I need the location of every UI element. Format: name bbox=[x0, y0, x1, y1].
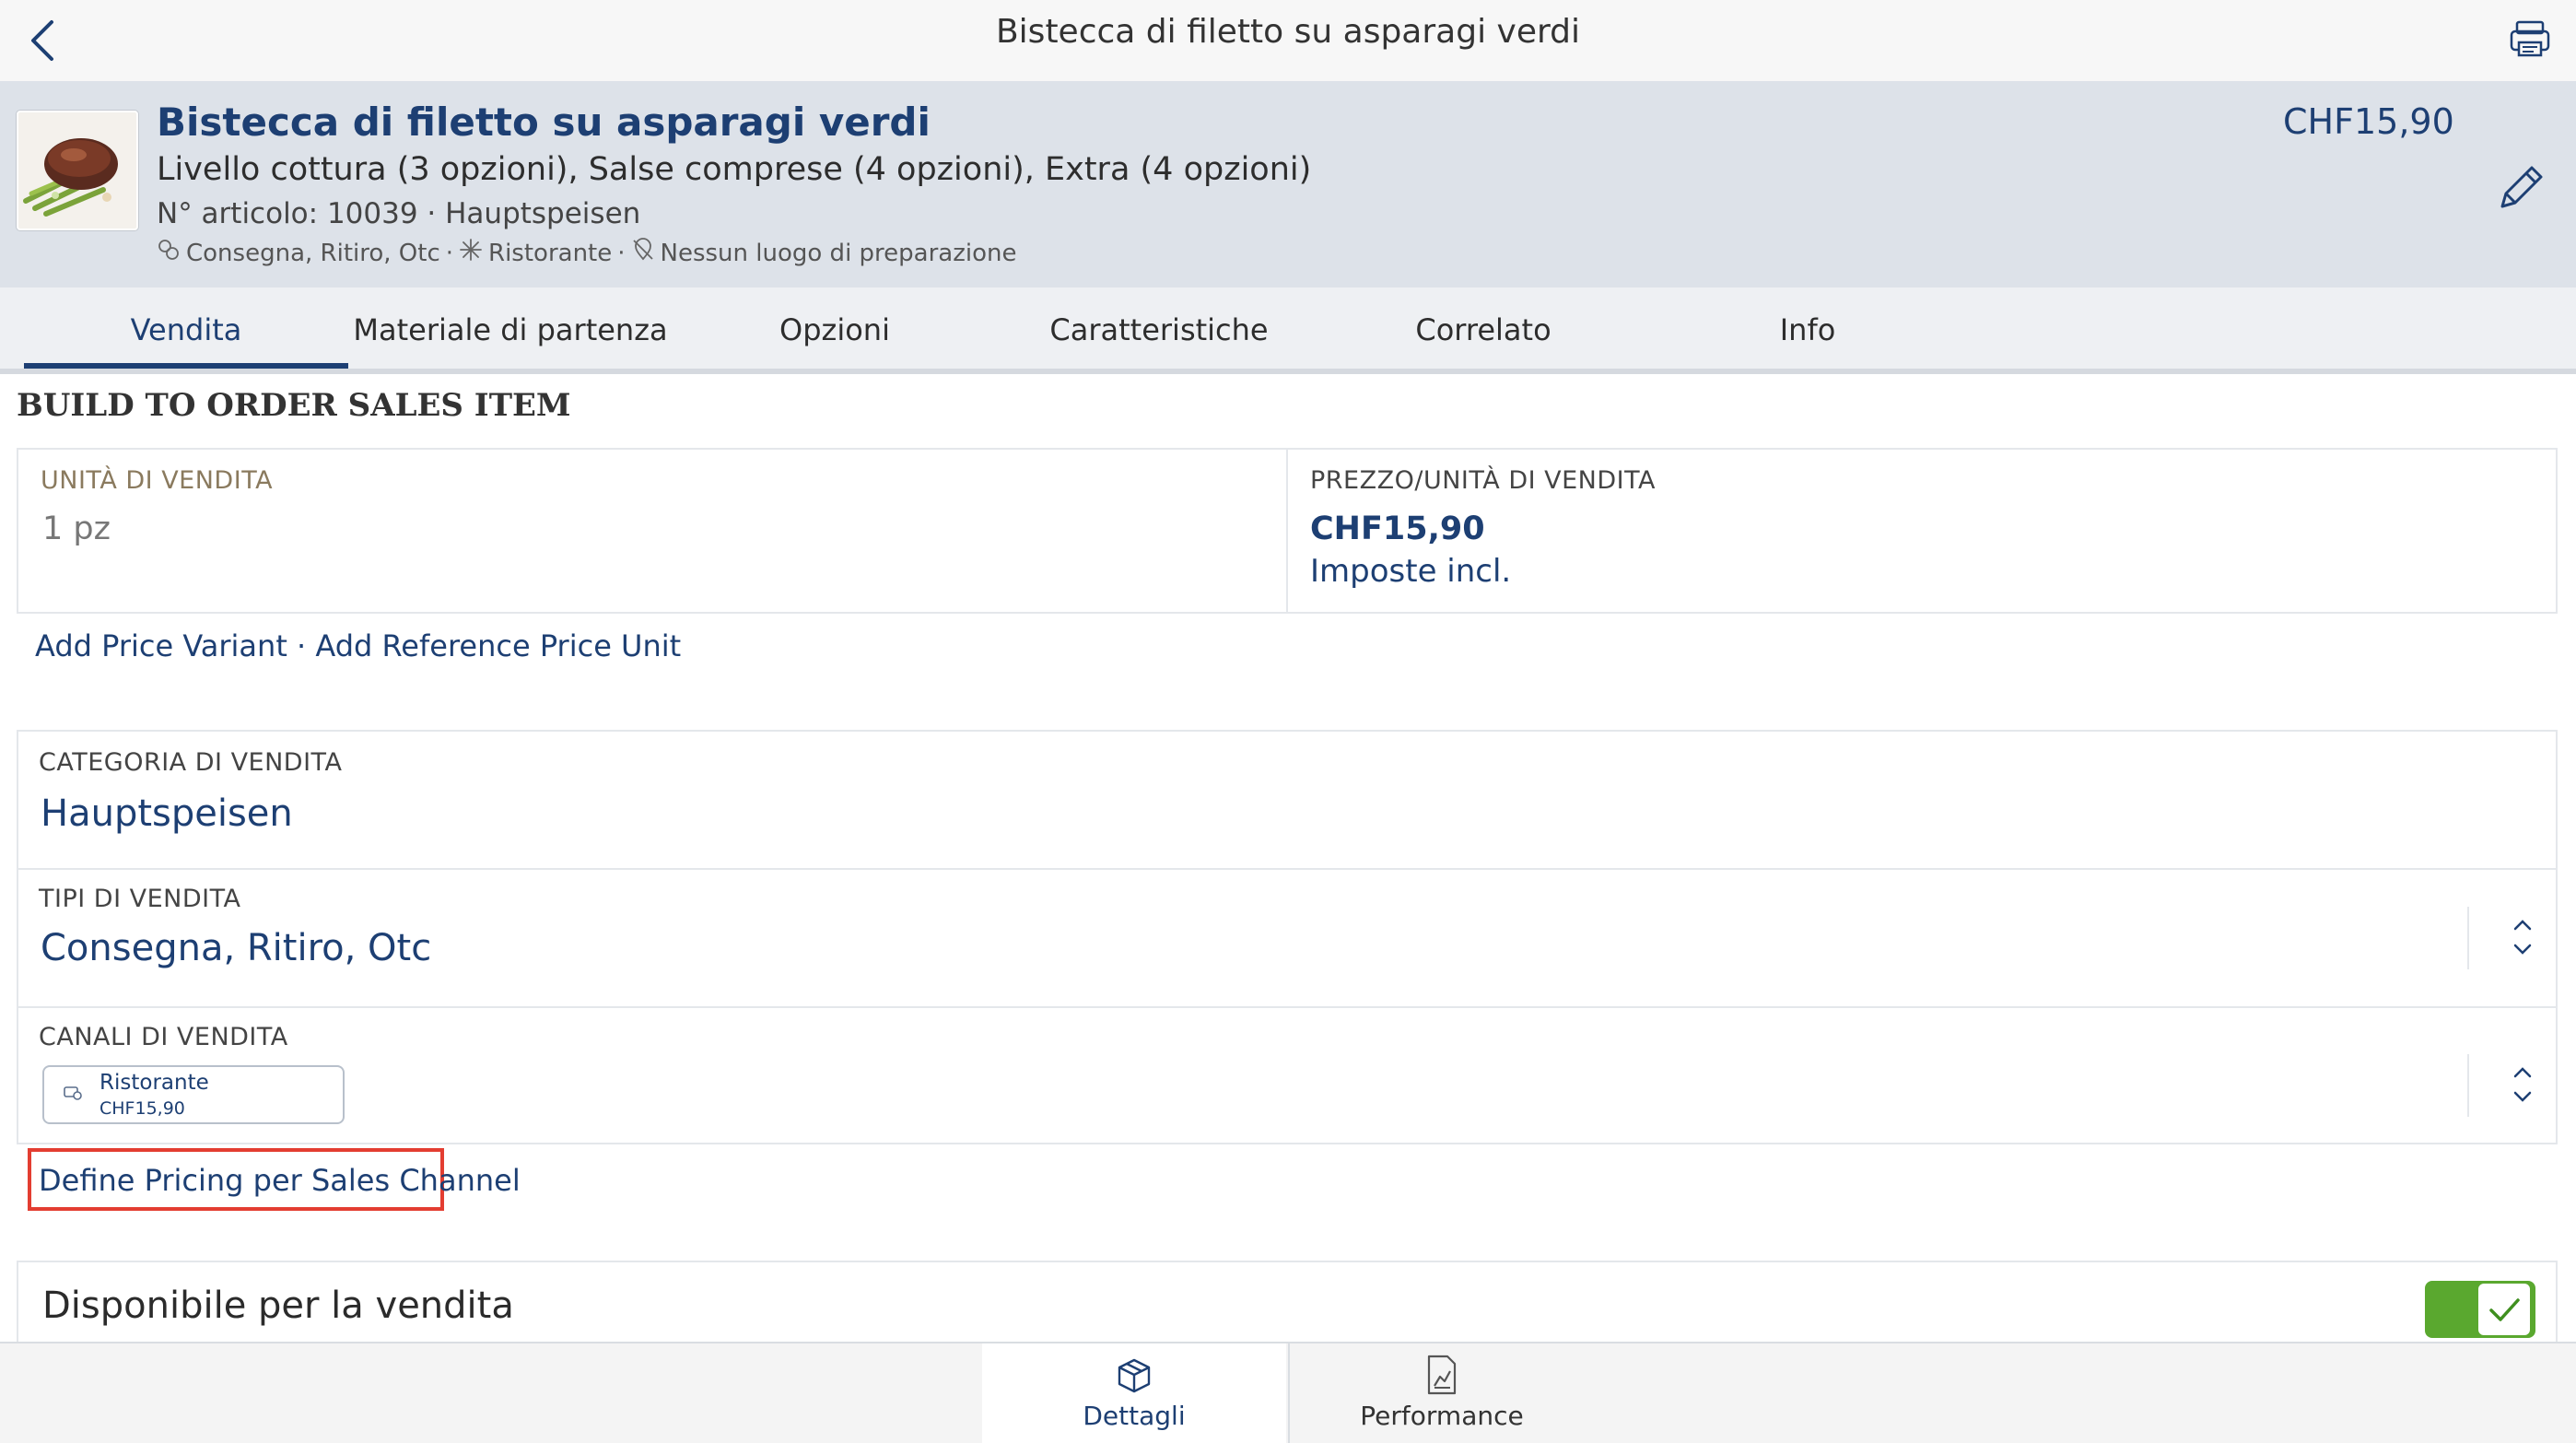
item-price: CHF15,90 bbox=[2283, 101, 2454, 142]
chart-document-icon bbox=[1423, 1355, 1460, 1399]
meta-channel: Ristorante bbox=[488, 239, 613, 267]
sales-types-label: TIPI DI VENDITA bbox=[39, 885, 241, 913]
active-tab-indicator bbox=[24, 363, 348, 369]
add-price-variant-link[interactable]: Add Price Variant bbox=[35, 628, 287, 663]
chevron-up-down-icon[interactable] bbox=[2504, 909, 2541, 964]
link-separator: · bbox=[297, 628, 307, 663]
define-pricing-label: Define Pricing per Sales Channel bbox=[39, 1163, 521, 1198]
bottom-tab-dettagli[interactable]: Dettagli bbox=[982, 1343, 1286, 1443]
item-thumbnail bbox=[17, 111, 138, 230]
divider bbox=[2467, 1054, 2469, 1117]
availability-label: Disponibile per la vendita bbox=[42, 1285, 514, 1327]
item-options-summary: Livello cottura (3 opzioni), Salse compr… bbox=[157, 151, 1312, 188]
tab-opzioni[interactable]: Opzioni bbox=[673, 287, 997, 369]
navigation-bar: Bistecca di filetto su asparagi verdi bbox=[0, 0, 2576, 81]
availability-toggle[interactable] bbox=[2425, 1281, 2535, 1338]
sales-category-field[interactable]: CATEGORIA DI VENDITA Hauptspeisen bbox=[18, 732, 2556, 868]
price-per-unit-label: PREZZO/UNITÀ DI VENDITA bbox=[1310, 466, 1656, 495]
bottom-tab-performance-label: Performance bbox=[1360, 1401, 1524, 1431]
sales-types-field[interactable]: TIPI DI VENDITA Consegna, Ritiro, Otc bbox=[18, 870, 2556, 1006]
define-pricing-per-channel-link[interactable]: Define Pricing per Sales Channel bbox=[28, 1148, 521, 1211]
meta-sales-types: Consegna, Ritiro, Otc bbox=[186, 239, 440, 267]
sales-unit-field[interactable]: UNITÀ DI VENDITA 1 pz bbox=[17, 448, 1288, 614]
meta-separator: · bbox=[445, 239, 454, 267]
tab-correlato[interactable]: Correlato bbox=[1321, 287, 1645, 369]
meta-preparation: Nessun luogo di preparazione bbox=[660, 239, 1017, 267]
sales-channels-label: CANALI DI VENDITA bbox=[39, 1023, 288, 1051]
sales-types-value: Consegna, Ritiro, Otc bbox=[41, 927, 432, 969]
preparation-location-icon bbox=[631, 238, 655, 268]
sales-unit-label: UNITÀ DI VENDITA bbox=[41, 466, 274, 495]
tab-caratteristiche[interactable]: Caratteristiche bbox=[997, 287, 1321, 369]
price-per-unit-field[interactable]: PREZZO/UNITÀ DI VENDITA CHF15,90 Imposte… bbox=[1286, 448, 2558, 614]
channel-icon bbox=[459, 238, 483, 268]
sales-channels-field[interactable]: CANALI DI VENDITA bbox=[18, 1008, 2556, 1144]
meta-separator: · bbox=[617, 239, 626, 267]
divider bbox=[2467, 907, 2469, 969]
channel-chip-icon bbox=[63, 1082, 83, 1106]
tax-included-note: Imposte incl. bbox=[1310, 553, 1512, 590]
item-article-number: N° articolo: 10039 · Hauptspeisen bbox=[157, 197, 641, 230]
tab-info[interactable]: Info bbox=[1645, 287, 1970, 369]
printer-icon[interactable] bbox=[2508, 17, 2552, 61]
bottom-tab-bar: Dettagli Performance bbox=[0, 1342, 2576, 1443]
item-title: Bistecca di filetto su asparagi verdi bbox=[157, 100, 931, 145]
price-per-unit-value: CHF15,90 bbox=[1310, 510, 1485, 547]
back-icon[interactable] bbox=[20, 15, 66, 66]
item-meta: Consegna, Ritiro, Otc · Ristorante · Nes… bbox=[157, 238, 1016, 268]
sales-unit-value: 1 pz bbox=[42, 510, 111, 547]
add-reference-price-unit-link[interactable]: Add Reference Price Unit bbox=[315, 628, 681, 663]
bottom-tab-performance[interactable]: Performance bbox=[1288, 1343, 1594, 1443]
chevron-up-down-icon[interactable] bbox=[2504, 1056, 2541, 1111]
bottom-tab-dettagli-label: Dettagli bbox=[1083, 1401, 1186, 1431]
sales-channel-chip[interactable]: Ristorante CHF15,90 bbox=[42, 1065, 345, 1124]
tab-materiale-di-partenza[interactable]: Materiale di partenza bbox=[348, 287, 673, 369]
sales-category-label: CATEGORIA DI VENDITA bbox=[39, 748, 343, 777]
sales-settings-card: CATEGORIA DI VENDITA Hauptspeisen TIPI D… bbox=[17, 730, 2558, 1144]
box-icon bbox=[1114, 1355, 1154, 1399]
tab-bar: Vendita Materiale di partenza Opzioni Ca… bbox=[0, 287, 2576, 374]
sales-category-value: Hauptspeisen bbox=[41, 792, 293, 835]
price-variant-links: Add Price Variant · Add Reference Price … bbox=[35, 628, 681, 663]
channel-chip-name: Ristorante bbox=[100, 1071, 209, 1095]
check-icon bbox=[2478, 1284, 2530, 1335]
availability-row: Disponibile per la vendita bbox=[17, 1261, 2558, 1353]
section-title: BUILD TO ORDER SALES ITEM bbox=[17, 387, 571, 424]
item-header: Bistecca di filetto su asparagi verdi Li… bbox=[0, 81, 2576, 289]
pencil-icon[interactable] bbox=[2493, 160, 2548, 216]
tab-vendita[interactable]: Vendita bbox=[24, 287, 348, 369]
channel-chip-price: CHF15,90 bbox=[100, 1098, 185, 1119]
delivery-type-icon bbox=[157, 238, 181, 268]
nav-title: Bistecca di filetto su asparagi verdi bbox=[995, 13, 1580, 51]
